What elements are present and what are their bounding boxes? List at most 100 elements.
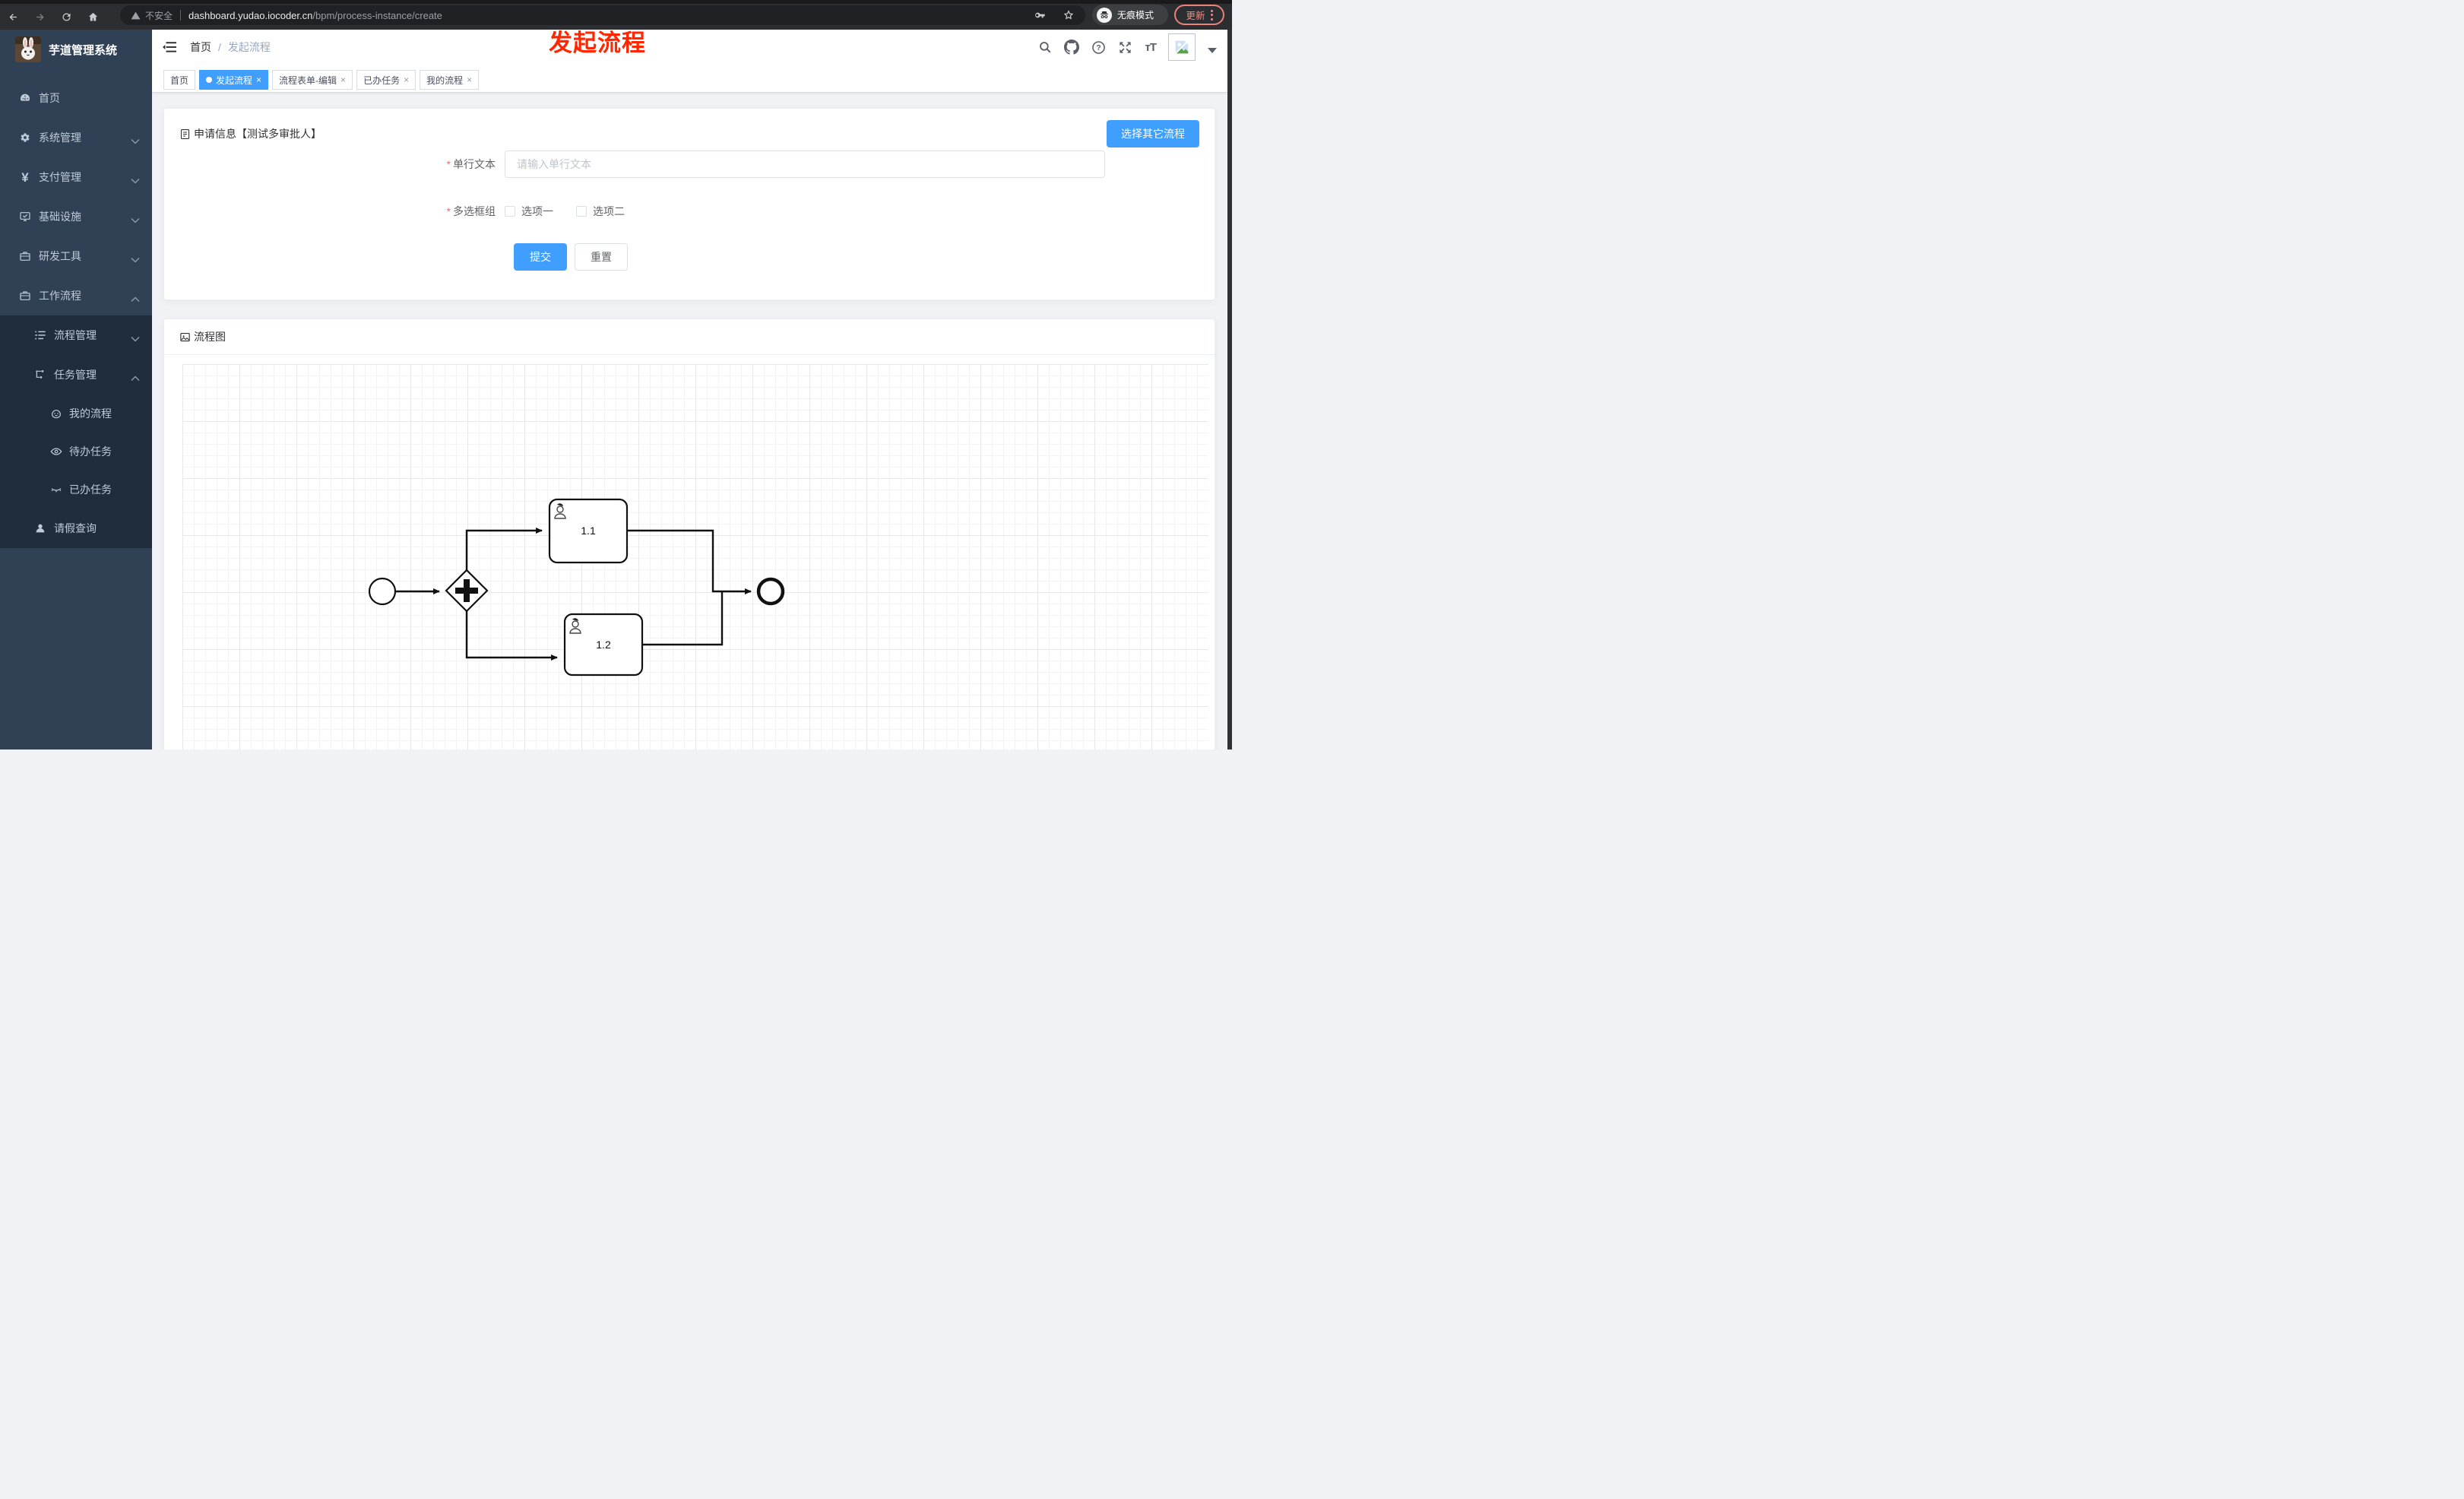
apply-info-title: 申请信息【测试多审批人】 [194, 128, 321, 140]
sidebar-item-dashboard[interactable]: 首页 [0, 78, 152, 118]
sidebar-item-label: 研发工具 [39, 250, 81, 262]
bpmn-parallel-gateway[interactable] [445, 569, 489, 613]
tag-tab-form-edit[interactable]: 流程表单-编辑 × [272, 70, 353, 90]
close-icon[interactable]: × [340, 75, 346, 84]
sidebar-item-done-tasks[interactable]: 已办任务 [0, 471, 152, 509]
briefcase-icon [19, 290, 31, 302]
tag-tab-create-process[interactable]: 发起流程 × [199, 70, 269, 90]
sidebar-item-system-management[interactable]: 系统管理 [0, 118, 152, 157]
main-content: 申请信息【测试多审批人】 选择其它流程 *单行文本 *多选框组 选项一 [152, 93, 1227, 750]
checkbox-group: 选项一 选项二 [505, 198, 625, 225]
sidebar-item-dev-tools[interactable]: 研发工具 [0, 236, 152, 276]
field-label-checkbox-group: * 多选框组 [446, 205, 496, 217]
sidebar-item-task-management[interactable]: 任务管理 [0, 355, 152, 395]
close-icon[interactable]: × [467, 75, 472, 84]
sidebar-item-label: 请假查询 [54, 522, 97, 534]
checkbox-label: 选项一 [521, 205, 553, 217]
bpmn-user-task-1-2[interactable]: 1.2 [563, 613, 644, 677]
tag-label: 已办任务 [363, 74, 401, 86]
hamburger-icon[interactable] [163, 41, 176, 53]
avatar-caret-down-icon[interactable] [1208, 47, 1217, 53]
workflow-submenu: 流程管理 任务管理 我的流程 待办任务 已办任务 请假查询 [0, 315, 152, 548]
eye-closed-icon [50, 483, 62, 496]
incognito-icon [1097, 7, 1112, 23]
sidebar-item-label: 工作流程 [39, 290, 81, 302]
browser-reload-icon[interactable] [61, 11, 72, 23]
task-label: 1.1 [581, 524, 596, 537]
checkbox-icon[interactable] [576, 206, 587, 217]
incognito-badge: 无痕模式 [1092, 5, 1168, 25]
select-other-process-button[interactable]: 选择其它流程 [1107, 120, 1199, 147]
sidebar-item-payment-management[interactable]: ¥ 支付管理 [0, 157, 152, 197]
fullscreen-icon[interactable] [1118, 40, 1132, 55]
sidebar-item-process-management[interactable]: 流程管理 [0, 315, 152, 355]
chevron-down-icon [131, 332, 140, 344]
key-icon[interactable] [1034, 9, 1046, 21]
task-label: 1.2 [596, 639, 611, 651]
github-icon[interactable] [1064, 40, 1080, 55]
chevron-up-icon [131, 372, 140, 384]
bpmn-start-event[interactable] [368, 577, 397, 606]
bpmn-canvas[interactable]: 1.1 1.2 [182, 364, 1208, 750]
chevron-down-icon [131, 135, 140, 147]
browser-forward-icon[interactable] [34, 11, 46, 23]
app-logo-rabbit-image [15, 36, 41, 62]
tag-label: 首页 [170, 74, 189, 86]
tag-label: 我的流程 [426, 74, 464, 86]
avatar[interactable] [1168, 33, 1196, 61]
sidebar-item-leave-query[interactable]: 请假查询 [0, 509, 152, 548]
browser-back-icon[interactable] [8, 11, 19, 23]
chevron-down-icon [131, 214, 140, 226]
tag-tab-home[interactable]: 首页 [163, 70, 196, 90]
not-secure-warning-icon [131, 11, 141, 19]
close-icon[interactable]: × [256, 75, 261, 84]
reset-button[interactable]: 重置 [575, 243, 628, 271]
flow-gateway-to-task1 [465, 528, 543, 570]
checkbox-icon[interactable] [505, 206, 515, 217]
sidebar-item-infrastructure[interactable]: 基础设施 [0, 197, 152, 236]
url-separator [180, 10, 182, 21]
breadcrumb-home[interactable]: 首页 [190, 40, 211, 55]
sidebar-item-label: 任务管理 [54, 369, 97, 381]
help-icon[interactable]: ? [1091, 40, 1106, 55]
security-label: 不安全 [145, 10, 173, 21]
sidebar-item-label: 我的流程 [69, 407, 112, 420]
field-label-single-line-text: * 单行文本 [446, 158, 496, 170]
update-label: 更新 [1186, 11, 1205, 21]
bpmn-user-task-1-1[interactable]: 1.1 [548, 498, 629, 564]
tag-tab-my-process[interactable]: 我的流程 × [420, 70, 480, 90]
sidebar-item-label: 首页 [39, 92, 60, 104]
app-logo-row[interactable]: 芋道管理系统 [0, 30, 152, 69]
required-star: * [446, 158, 451, 170]
checkbox-option-2[interactable]: 选项二 [576, 204, 625, 219]
checkbox-option-1[interactable]: 选项一 [505, 204, 553, 219]
tag-label: 发起流程 [216, 74, 253, 86]
sidebar-item-label: 待办任务 [69, 445, 112, 458]
annotation-text: 发起流程 [549, 30, 646, 56]
browser-home-icon[interactable] [87, 11, 99, 23]
bpmn-end-event[interactable] [756, 577, 785, 606]
sidebar-item-label: 支付管理 [39, 171, 81, 183]
close-icon[interactable]: × [404, 75, 409, 84]
browser-update-button[interactable]: 更新 [1174, 5, 1224, 25]
bookmark-star-icon[interactable] [1063, 9, 1075, 21]
tag-tab-done-tasks[interactable]: 已办任务 × [356, 70, 416, 90]
sidebar-item-label: 流程管理 [54, 329, 97, 341]
address-bar[interactable]: 不安全 dashboard.yudao.iocoder.cn/bpm/proce… [120, 5, 1085, 25]
sidebar-item-workflow[interactable]: 工作流程 [0, 276, 152, 315]
search-icon[interactable] [1038, 40, 1052, 54]
submit-button[interactable]: 提交 [514, 243, 567, 271]
page-scrollbar[interactable] [1227, 30, 1232, 750]
sidebar-item-my-process[interactable]: 我的流程 [0, 395, 152, 433]
sidebar-item-todo-tasks[interactable]: 待办任务 [0, 433, 152, 471]
active-dot [206, 77, 213, 83]
app-title: 芋道管理系统 [49, 43, 118, 57]
tree-list-icon [34, 329, 46, 341]
breadcrumb-separator: / [218, 41, 221, 53]
single-line-text-input[interactable] [505, 151, 1105, 178]
font-size-icon[interactable]: тT [1145, 41, 1156, 54]
bpmn-diagram: 1.1 1.2 [368, 498, 785, 677]
flow-task2-join [642, 591, 724, 646]
breadcrumb-current: 发起流程 [227, 41, 271, 53]
browser-menu-icon[interactable] [1210, 9, 1213, 21]
